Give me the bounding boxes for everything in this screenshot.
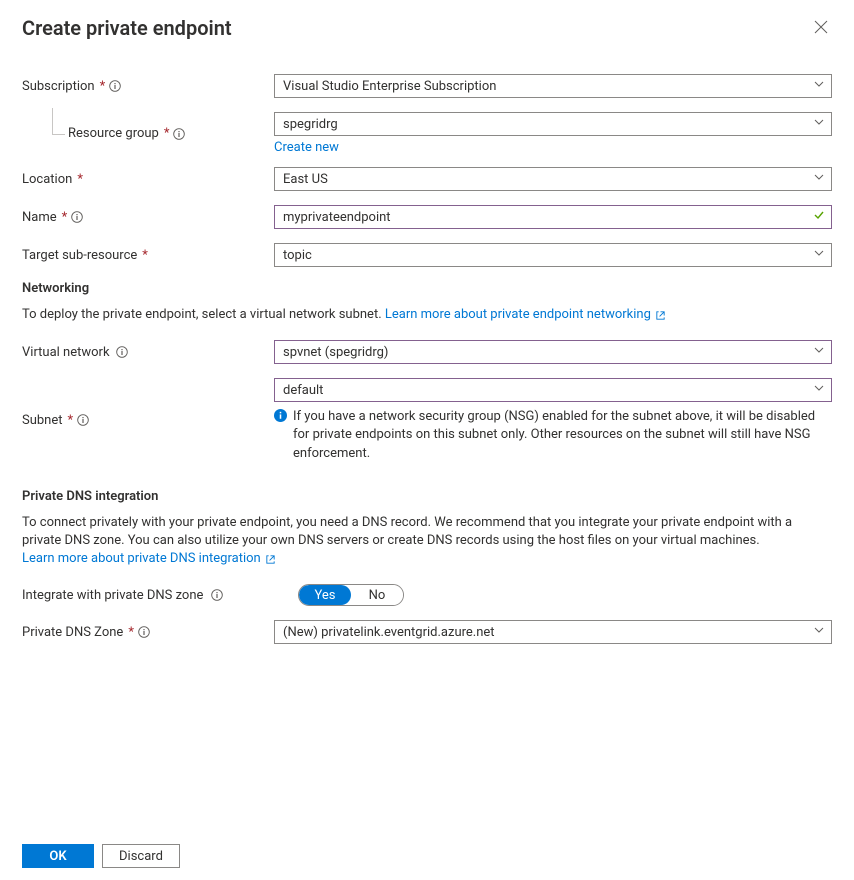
subnet-label: Subnet (22, 413, 63, 428)
chevron-down-icon (813, 624, 825, 640)
resource-group-label: Resource group (68, 126, 159, 141)
dns-desc: To connect privately with your private e… (22, 515, 792, 548)
discard-button[interactable]: Discard (102, 844, 180, 868)
create-new-link[interactable]: Create new (274, 140, 339, 155)
subscription-label: Subscription (22, 79, 95, 94)
page-title: Create private endpoint (22, 16, 232, 40)
chevron-down-icon (813, 116, 825, 132)
external-link-icon (265, 554, 276, 565)
target-sub-resource-value: topic (283, 248, 312, 263)
info-icon[interactable] (71, 211, 83, 223)
virtual-network-value: spvnet (spegridrg) (283, 345, 388, 360)
subscription-select[interactable]: Visual Studio Enterprise Subscription (274, 74, 832, 98)
private-dns-zone-select[interactable]: (New) privatelink.eventgrid.azure.net (274, 620, 832, 644)
dns-heading: Private DNS integration (22, 489, 832, 504)
required-indicator: * (128, 625, 134, 640)
networking-desc: To deploy the private endpoint, select a… (22, 307, 382, 322)
subscription-value: Visual Studio Enterprise Subscription (283, 79, 496, 94)
chevron-down-icon (813, 171, 825, 187)
integrate-dns-label: Integrate with private DNS zone (22, 588, 203, 603)
name-label: Name (22, 210, 57, 225)
required-indicator: * (68, 413, 74, 428)
check-icon (813, 209, 825, 225)
info-icon[interactable] (211, 589, 223, 601)
subnet-note: If you have a network security group (NS… (293, 408, 832, 463)
ok-button[interactable]: OK (22, 844, 94, 868)
chevron-down-icon (813, 382, 825, 398)
toggle-yes[interactable]: Yes (299, 585, 351, 605)
dns-learn-more-link[interactable]: Learn more about private DNS integration (22, 550, 276, 568)
required-indicator: * (77, 172, 83, 187)
name-input[interactable]: myprivateendpoint (274, 205, 832, 229)
info-icon[interactable] (138, 626, 150, 638)
target-sub-resource-select[interactable]: topic (274, 243, 832, 267)
resource-group-select[interactable]: spegridrg (274, 112, 832, 136)
info-solid-icon (274, 409, 287, 463)
info-icon[interactable] (173, 128, 185, 140)
integrate-dns-toggle[interactable]: Yes No (298, 584, 404, 606)
chevron-down-icon (813, 247, 825, 263)
toggle-no[interactable]: No (351, 585, 403, 605)
close-icon[interactable] (810, 16, 832, 38)
subnet-select[interactable]: default (274, 378, 832, 402)
info-icon[interactable] (109, 80, 121, 92)
info-icon[interactable] (116, 346, 128, 358)
location-select[interactable]: East US (274, 167, 832, 191)
location-value: East US (283, 172, 328, 187)
name-value: myprivateendpoint (283, 210, 391, 225)
required-indicator: * (142, 248, 148, 263)
chevron-down-icon (813, 344, 825, 360)
external-link-icon (655, 310, 666, 321)
resource-group-value: spegridrg (283, 117, 338, 132)
virtual-network-label: Virtual network (22, 345, 110, 360)
private-dns-zone-label: Private DNS Zone (22, 625, 123, 640)
networking-heading: Networking (22, 281, 832, 296)
required-indicator: * (164, 126, 170, 141)
required-indicator: * (100, 79, 106, 94)
target-sub-resource-label: Target sub-resource (22, 248, 137, 263)
private-dns-zone-value: (New) privatelink.eventgrid.azure.net (283, 625, 495, 640)
required-indicator: * (62, 210, 68, 225)
virtual-network-select[interactable]: spvnet (spegridrg) (274, 340, 832, 364)
chevron-down-icon (813, 78, 825, 94)
networking-learn-more-link[interactable]: Learn more about private endpoint networ… (385, 306, 666, 324)
subnet-value: default (283, 383, 323, 398)
info-icon[interactable] (77, 414, 89, 426)
location-label: Location (22, 172, 72, 187)
